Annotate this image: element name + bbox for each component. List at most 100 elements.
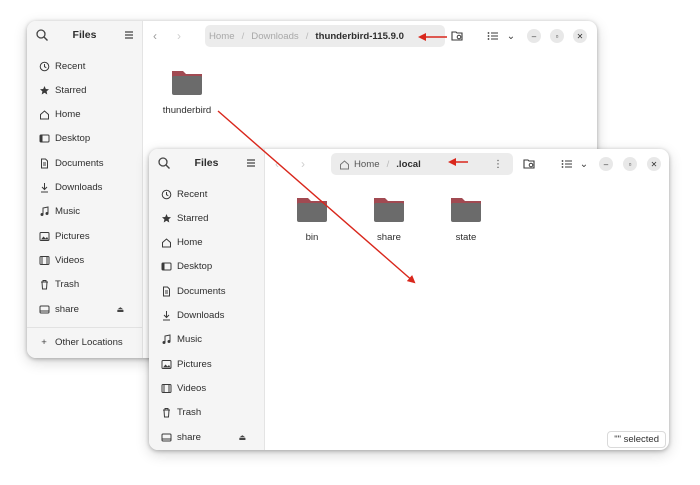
breadcrumb-home[interactable]: Home	[354, 159, 380, 170]
folder-item[interactable]: state	[431, 195, 501, 243]
music-icon	[38, 206, 50, 218]
search-folder-icon[interactable]	[521, 156, 537, 172]
path-menu-icon[interactable]: ⋮	[493, 159, 503, 170]
sidebar-item-pictures[interactable]: Pictures	[149, 353, 264, 375]
folder-item[interactable]: thunderbird	[152, 68, 222, 116]
sidebar-item-home[interactable]: Home	[27, 104, 142, 126]
trash-icon	[160, 407, 172, 419]
sidebar-item-label: Documents	[177, 285, 226, 297]
home-icon	[340, 159, 349, 169]
sidebar-item-label: Music	[177, 334, 203, 346]
forward-button[interactable]: ›	[177, 29, 181, 43]
sidebar-item-label: Downloads	[55, 182, 103, 193]
sidebar-item-documents[interactable]: Documents	[27, 152, 142, 174]
sidebar-item-recent[interactable]: Recent	[149, 183, 264, 205]
music-icon	[160, 334, 172, 346]
sidebar-item-pictures[interactable]: Pictures	[27, 225, 142, 247]
sidebar-item-label: Starred	[177, 212, 209, 224]
view-list-icon[interactable]	[559, 156, 575, 172]
download-icon	[38, 182, 50, 194]
sidebar-item-music[interactable]: Music	[149, 329, 264, 351]
download-icon	[160, 310, 172, 322]
star-icon	[38, 84, 50, 96]
document-icon	[38, 157, 50, 169]
header-bar: ‹ › Home / .local ⋮ ⌄ – ▫ ✕	[265, 149, 669, 179]
breadcrumb-current[interactable]: thunderbird-115.9.0	[315, 31, 404, 42]
folder-name: bin	[305, 232, 319, 243]
minimize-button[interactable]: –	[599, 157, 613, 171]
sidebar: Files Recent Starred Home Desktop Documents D…	[149, 149, 265, 450]
folder-item[interactable]: share	[354, 195, 424, 243]
sidebar-item-label: share	[177, 431, 201, 443]
sidebar-item-label: Documents	[55, 157, 104, 169]
breadcrumb-home[interactable]: Home	[209, 31, 235, 42]
sidebar-item-starred[interactable]: Starred	[27, 79, 142, 101]
folder-item[interactable]: bin	[277, 195, 347, 243]
video-icon	[38, 254, 50, 266]
path-bar[interactable]: Home / .local ⋮	[331, 153, 513, 175]
sidebar-item-label: share	[55, 303, 79, 315]
sidebar-item-label: Desktop	[55, 133, 91, 145]
sidebar-item-music[interactable]: Music	[27, 201, 142, 223]
breadcrumb-downloads[interactable]: Downloads	[251, 31, 298, 42]
sidebar: Files Recent Starred Home Desktop Documents D…	[27, 21, 143, 358]
clock-icon	[38, 60, 50, 72]
sidebar-item-videos[interactable]: Videos	[149, 377, 264, 399]
sidebar-item-starred[interactable]: Starred	[149, 207, 264, 229]
path-bar[interactable]: Home / Downloads / thunderbird-115.9.0	[205, 25, 445, 47]
sidebar-item-recent[interactable]: Recent	[27, 55, 142, 77]
minimize-button[interactable]: –	[527, 29, 541, 43]
hamburger-menu-icon[interactable]	[245, 157, 257, 169]
picture-icon	[38, 230, 50, 242]
drive-icon	[160, 431, 172, 443]
maximize-button[interactable]: ▫	[550, 29, 564, 43]
drive-icon	[38, 303, 50, 315]
sidebar-item-documents[interactable]: Documents	[149, 280, 264, 302]
home-icon	[160, 237, 172, 249]
eject-icon[interactable]: ⏏	[238, 433, 246, 442]
picture-icon	[160, 358, 172, 370]
folder-icon	[297, 198, 327, 222]
sidebar-item-downloads[interactable]: Downloads	[149, 305, 264, 327]
sidebar-item-trash[interactable]: Trash	[149, 402, 264, 424]
sidebar-item-home[interactable]: Home	[149, 232, 264, 254]
video-icon	[160, 382, 172, 394]
sidebar-item-trash[interactable]: Trash	[27, 274, 142, 296]
eject-icon[interactable]: ⏏	[116, 305, 124, 314]
sidebar-item-label: Downloads	[177, 310, 225, 321]
files-window-front: Files Recent Starred Home Desktop Documents D…	[149, 149, 669, 450]
back-button[interactable]: ‹	[153, 29, 157, 43]
selection-status: "" selected	[607, 431, 666, 448]
sidebar-item-label: Desktop	[177, 261, 213, 273]
trash-icon	[38, 279, 50, 291]
document-icon	[160, 285, 172, 297]
sidebar-item-videos[interactable]: Videos	[27, 249, 142, 271]
chevron-down-icon[interactable]: ⌄	[576, 156, 592, 172]
sidebar-item-downloads[interactable]: Downloads	[27, 177, 142, 199]
back-button[interactable]: ‹	[275, 157, 279, 171]
maximize-button[interactable]: ▫	[623, 157, 637, 171]
folder-icon	[374, 198, 404, 222]
sidebar-item-label: Videos	[55, 254, 85, 266]
sidebar-item-label: Recent	[177, 188, 208, 200]
hamburger-menu-icon[interactable]	[123, 29, 135, 41]
sidebar-item-label: Trash	[55, 279, 80, 291]
sidebar-item-desktop[interactable]: Desktop	[149, 256, 264, 278]
folder-name: share	[377, 232, 401, 243]
sidebar-item-label: Videos	[177, 382, 207, 394]
search-folder-icon[interactable]	[449, 28, 465, 44]
folder-icon	[451, 198, 481, 222]
sidebar-item-share[interactable]: share ⏏	[27, 298, 142, 320]
close-button[interactable]: ✕	[647, 157, 661, 171]
sidebar-item-label: Pictures	[177, 358, 212, 370]
sidebar-item-other-locations[interactable]: + Other Locations	[27, 331, 142, 353]
forward-button[interactable]: ›	[301, 157, 305, 171]
sidebar-item-share[interactable]: share ⏏	[149, 426, 264, 448]
view-list-icon[interactable]	[485, 28, 501, 44]
folder-name: thunderbird	[162, 105, 212, 116]
clock-icon	[160, 188, 172, 200]
sidebar-item-desktop[interactable]: Desktop	[27, 128, 142, 150]
breadcrumb-current[interactable]: .local	[396, 159, 421, 170]
chevron-down-icon[interactable]: ⌄	[503, 28, 519, 44]
close-button[interactable]: ✕	[573, 29, 587, 43]
